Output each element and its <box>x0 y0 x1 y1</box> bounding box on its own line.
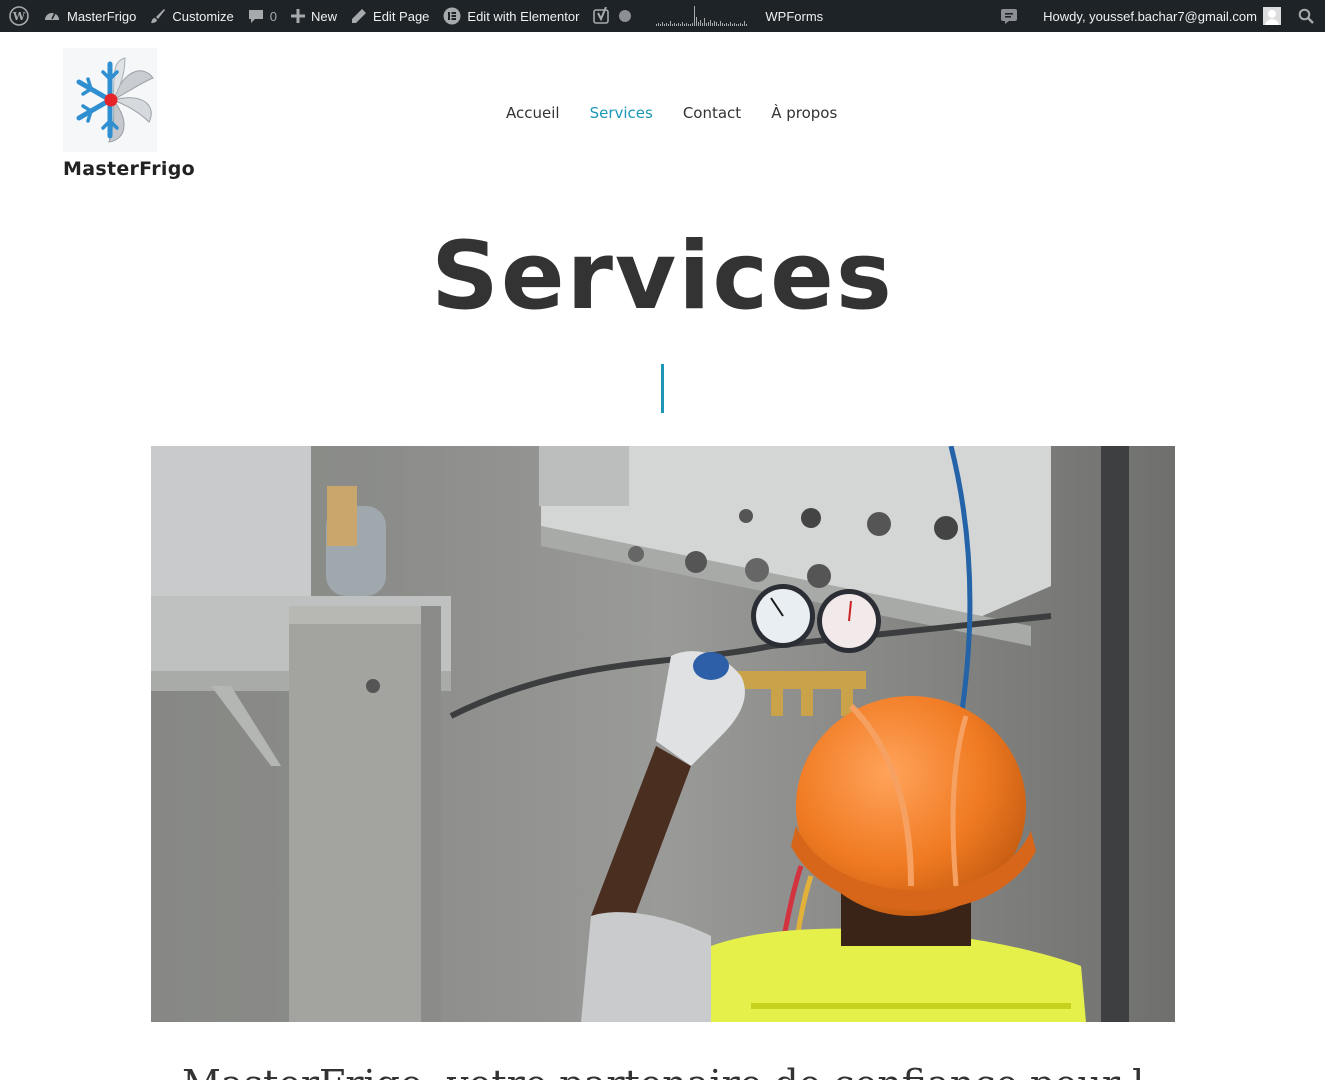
site-name-label: MasterFrigo <box>67 8 137 24</box>
howdy-label: Howdy, youssef.bachar7@gmail.com <box>1043 8 1257 24</box>
search-icon <box>1298 8 1314 24</box>
brush-icon <box>150 8 166 24</box>
new-label: New <box>311 8 338 24</box>
dashboard-icon <box>43 7 61 25</box>
intro-paragraph: MasterFrigo, votre partenaire de confian… <box>182 1062 1142 1080</box>
snowflake-fan-logo-icon <box>63 48 157 152</box>
yoast-menu[interactable] <box>586 0 638 32</box>
admin-search[interactable] <box>1288 0 1321 32</box>
yoast-icon <box>593 7 611 25</box>
wpforms-menu[interactable]: WPForms <box>758 0 830 32</box>
edit-elementor-link[interactable]: Edit with Elementor <box>436 0 586 32</box>
hero-image <box>151 446 1175 1022</box>
nav-item-accueil[interactable]: Accueil <box>506 104 560 122</box>
svg-text:W: W <box>12 10 26 23</box>
comments-link[interactable]: 0 <box>241 0 284 32</box>
traffic-sparkline[interactable] <box>656 6 748 26</box>
plus-icon <box>291 9 306 23</box>
comment-icon <box>248 8 264 24</box>
main-navigation: Accueil Services Contact À propos <box>506 104 867 122</box>
pencil-icon <box>351 8 367 24</box>
wp-logo-menu[interactable]: W <box>2 0 36 32</box>
new-content-menu[interactable]: New <box>284 0 344 32</box>
nav-item-services[interactable]: Services <box>590 104 653 122</box>
title-divider <box>661 364 664 413</box>
admin-bar: W MasterFrigo Customize 0 New Edit Page … <box>0 0 1325 32</box>
wpforms-label: WPForms <box>765 8 824 24</box>
site-title[interactable]: MasterFrigo <box>63 158 195 180</box>
customize-link[interactable]: Customize <box>143 0 240 32</box>
status-dot-icon <box>619 10 632 22</box>
edit-elementor-label: Edit with Elementor <box>467 8 580 24</box>
my-account-menu[interactable]: Howdy, youssef.bachar7@gmail.com <box>1036 0 1288 32</box>
notifications-menu[interactable] <box>993 0 1036 32</box>
edit-page-label: Edit Page <box>373 8 430 24</box>
site-name-menu[interactable]: MasterFrigo <box>36 0 143 32</box>
wordpress-icon: W <box>9 6 29 26</box>
notification-icon <box>1000 7 1018 25</box>
page-title: Services <box>431 222 894 331</box>
customize-label: Customize <box>172 8 234 24</box>
elementor-icon <box>443 7 461 25</box>
comments-count: 0 <box>269 8 278 24</box>
nav-item-a-propos[interactable]: À propos <box>771 104 837 122</box>
site-logo[interactable] <box>63 48 157 152</box>
edit-page-link[interactable]: Edit Page <box>344 0 436 32</box>
avatar-icon <box>1263 7 1281 25</box>
nav-item-contact[interactable]: Contact <box>683 104 741 122</box>
